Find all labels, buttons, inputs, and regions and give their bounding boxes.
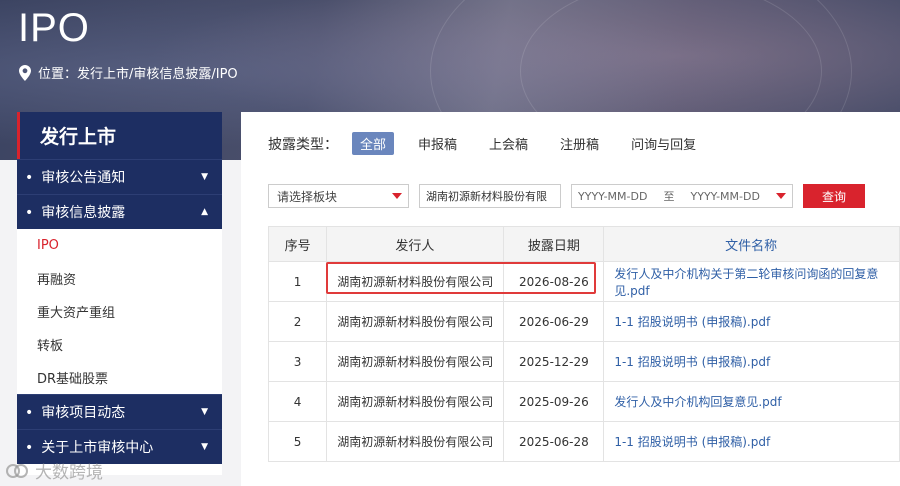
tab-all[interactable]: 全部 — [352, 132, 395, 155]
sidebar-item-transfer[interactable]: 转板 — [17, 328, 222, 361]
tab-inquiry-reply[interactable]: 问询与回复 — [623, 132, 704, 155]
breadcrumb: 位置：发行上市/审核信息披露/IPO — [18, 63, 238, 82]
file-link[interactable]: 1-1 招股说明书 (申报稿).pdf — [603, 301, 900, 342]
watermark: 大数跨境 — [5, 458, 103, 483]
board-select[interactable]: 请选择板块 — [268, 184, 409, 208]
cell-issuer: 湖南初源新材料股份有限公司 — [326, 301, 505, 342]
sidebar-item-refinancing[interactable]: 再融资 — [17, 262, 222, 295]
cell-issuer: 湖南初源新材料股份有限公司 — [326, 421, 505, 462]
table-row: 5 湖南初源新材料股份有限公司 2025-06-28 1-1 招股说明书 (申报… — [267, 421, 900, 462]
table-row: 3 湖南初源新材料股份有限公司 2025-12-29 1-1 招股说明书 (申报… — [267, 341, 900, 382]
cell-no: 3 — [267, 341, 328, 382]
date-range-picker[interactable]: YYYY-MM-DD 至 YYYY-MM-DD — [571, 184, 793, 208]
sidebar-item-ipo[interactable]: IPO — [17, 229, 222, 262]
cell-no: 4 — [267, 381, 328, 422]
file-link[interactable]: 发行人及中介机构回复意见.pdf — [603, 381, 900, 422]
column-header-file: 文件名称 — [603, 226, 900, 262]
cell-date: 2025-09-26 — [503, 381, 605, 422]
sidebar-item-restructuring[interactable]: 重大资产重组 — [17, 295, 222, 328]
search-bar: 请选择板块 YYYY-MM-DD 至 YYYY-MM-DD 查询 — [268, 184, 865, 208]
sidebar-heading: 发行上市 — [17, 112, 222, 159]
caret-down-icon: ▼ — [201, 442, 208, 452]
date-separator: 至 — [663, 190, 675, 203]
sidebar-group-audit-disclosure[interactable]: • 审核信息披露 ▲ — [17, 194, 222, 229]
company-name-input[interactable] — [419, 184, 561, 208]
brand-logo-icon — [6, 463, 28, 478]
column-header-date: 披露日期 — [503, 226, 605, 262]
sidebar-group-label: 关于上市审核中心 — [41, 440, 154, 456]
breadcrumb-text: 位置：发行上市/审核信息披露/IPO — [38, 67, 238, 82]
tab-application[interactable]: 申报稿 — [410, 132, 465, 155]
cell-no: 5 — [267, 421, 328, 462]
column-header-issuer: 发行人 — [326, 226, 505, 262]
caret-down-icon: ▼ — [201, 407, 208, 417]
dropdown-arrow-icon — [775, 193, 786, 199]
cell-no: 1 — [267, 261, 328, 302]
date-to[interactable]: YYYY-MM-DD — [691, 190, 760, 203]
annotation-highlight-box — [326, 262, 596, 294]
watermark-text: 大数跨境 — [35, 463, 103, 483]
cell-date: 2025-12-29 — [503, 341, 605, 382]
file-link[interactable]: 1-1 招股说明书 (申报稿).pdf — [603, 421, 900, 462]
cell-date: 2025-06-28 — [503, 421, 605, 462]
tab-registration[interactable]: 注册稿 — [552, 132, 607, 155]
sidebar-item-dr-stock[interactable]: DR基础股票 — [17, 361, 222, 394]
disclosure-type-filter: 披露类型： 全部 申报稿 上会稿 注册稿 问询与回复 — [268, 132, 720, 155]
table-header-row: 序号 发行人 披露日期 文件名称 — [267, 226, 900, 262]
location-pin-icon — [19, 64, 31, 81]
file-link[interactable]: 发行人及中介机构关于第二轮审核问询函的回复意见.pdf — [603, 261, 900, 302]
date-from[interactable]: YYYY-MM-DD — [578, 190, 647, 203]
main-content: 披露类型： 全部 申报稿 上会稿 注册稿 问询与回复 请选择板块 YYYY-MM… — [241, 112, 900, 486]
sidebar: 发行上市 • 审核公告通知 ▼ • 审核信息披露 ▲ IPO 再融资 重大资产重组 … — [17, 112, 222, 475]
cell-issuer: 湖南初源新材料股份有限公司 — [326, 381, 505, 422]
filter-label: 披露类型： — [268, 136, 338, 153]
caret-down-icon: ▼ — [201, 172, 208, 182]
dropdown-arrow-icon — [392, 193, 402, 199]
cell-no: 2 — [267, 301, 328, 342]
sidebar-group-label: 审核公告通知 — [41, 170, 126, 186]
caret-up-icon: ▲ — [201, 207, 208, 217]
cell-date: 2026-06-29 — [503, 301, 605, 342]
file-link[interactable]: 1-1 招股说明书 (申报稿).pdf — [603, 341, 900, 382]
cell-issuer: 湖南初源新材料股份有限公司 — [326, 341, 505, 382]
board-select-placeholder: 请选择板块 — [277, 189, 338, 204]
table-row: 4 湖南初源新材料股份有限公司 2025-09-26 发行人及中介机构回复意见.… — [267, 381, 900, 422]
table-row: 2 湖南初源新材料股份有限公司 2026-06-29 1-1 招股说明书 (申报… — [267, 301, 900, 342]
sidebar-group-label: 审核项目动态 — [41, 405, 126, 421]
tab-meeting[interactable]: 上会稿 — [481, 132, 536, 155]
sidebar-group-project-updates[interactable]: • 审核项目动态 ▼ — [17, 394, 222, 429]
sidebar-group-audit-notices[interactable]: • 审核公告通知 ▼ — [17, 159, 222, 194]
page-title: IPO — [18, 6, 90, 50]
column-header-no: 序号 — [267, 226, 328, 262]
query-button[interactable]: 查询 — [803, 184, 865, 208]
sidebar-group-label: 审核信息披露 — [41, 205, 126, 221]
